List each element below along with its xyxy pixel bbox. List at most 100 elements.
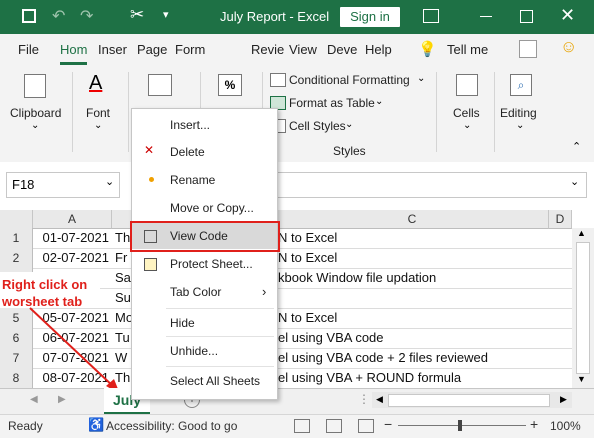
scroll-right-icon[interactable]: ▶: [560, 394, 567, 405]
cell-c[interactable]: kbook Window file updation: [278, 268, 558, 288]
close-button[interactable]: ✕: [560, 5, 575, 26]
smiley-icon[interactable]: ☺: [560, 37, 577, 57]
cell-c[interactable]: N to Excel: [278, 308, 558, 328]
tab-file[interactable]: File: [18, 42, 39, 57]
paste-icon[interactable]: [24, 74, 46, 98]
undo-icon[interactable]: ↶: [52, 6, 65, 26]
tell-me-search[interactable]: Tell me: [447, 42, 488, 57]
name-box[interactable]: F18 ⌄: [6, 172, 120, 198]
zoom-out-icon[interactable]: −: [384, 416, 392, 432]
chevron-down-icon: ⌄: [463, 120, 472, 131]
next-sheet-icon[interactable]: ▶: [58, 394, 66, 405]
menu-separator: [166, 308, 274, 309]
row-header[interactable]: 1: [0, 228, 33, 249]
tab-help[interactable]: Help: [365, 42, 392, 57]
menu-item-unhide[interactable]: Unhide...: [132, 338, 277, 364]
collapse-ribbon-icon[interactable]: ⌃: [572, 140, 581, 153]
cells-icon[interactable]: [456, 74, 478, 96]
menu-item-hide[interactable]: Hide: [132, 310, 277, 336]
title-bar: ↶ ↷ ✂ ▾ July Report - Excel Sign in ✕: [0, 0, 594, 34]
ribbon-display-icon[interactable]: [423, 9, 439, 23]
chevron-down-icon[interactable]: ⌄: [570, 175, 579, 188]
cells-group[interactable]: Cells: [453, 106, 480, 120]
menu-item-protect-sheet[interactable]: Protect Sheet...: [132, 251, 277, 277]
cell-a[interactable]: 02-07-2021: [33, 248, 110, 268]
scroll-thumb[interactable]: [576, 242, 590, 374]
menu-item-tab-color[interactable]: Tab Color ›: [132, 279, 277, 305]
percent-icon[interactable]: %: [218, 74, 242, 96]
menu-item-label: Insert...: [170, 118, 211, 132]
conditional-formatting-button[interactable]: Conditional Formatting: [289, 73, 410, 87]
chevron-down-icon: ⌄: [417, 73, 426, 84]
sign-in-button[interactable]: Sign in: [340, 7, 400, 27]
tab-formulas[interactable]: Form: [175, 42, 205, 57]
tab-insert[interactable]: Inser: [98, 42, 127, 57]
chevron-down-icon[interactable]: ⌄: [105, 175, 114, 188]
share-icon[interactable]: [519, 40, 537, 58]
prev-sheet-icon[interactable]: ◀: [30, 394, 38, 405]
chevron-down-icon: ⌄: [94, 120, 103, 131]
normal-view-icon[interactable]: [294, 419, 310, 433]
lightbulb-icon: 💡: [418, 41, 437, 58]
font-group[interactable]: Font: [86, 106, 110, 120]
editing-group[interactable]: Editing: [500, 106, 537, 120]
cut-icon[interactable]: ✂: [130, 5, 144, 25]
status-bar: Ready ♿ Accessibility: Good to go − + 10…: [0, 414, 594, 438]
chevron-down-icon: ⌄: [345, 119, 354, 130]
cell-b[interactable]: Sa: [115, 268, 131, 288]
accessibility-status[interactable]: Accessibility: Good to go: [106, 419, 237, 433]
minimize-button[interactable]: [480, 16, 492, 17]
menu-item-rename[interactable]: Rename: [132, 167, 277, 193]
cell-c[interactable]: el using VBA code: [278, 328, 558, 348]
zoom-slider[interactable]: [398, 425, 526, 426]
column-header-d[interactable]: D: [549, 210, 572, 229]
cell-b[interactable]: Fr: [115, 248, 131, 268]
clipboard-group[interactable]: Clipboard: [10, 106, 61, 120]
alignment-icon[interactable]: [148, 74, 172, 96]
menu-item-insert[interactable]: Insert...: [132, 112, 277, 138]
column-header-c[interactable]: C: [276, 210, 549, 229]
search-icon[interactable]: ⌕: [510, 74, 532, 96]
page-break-view-icon[interactable]: [358, 419, 374, 433]
cell-c[interactable]: [278, 288, 558, 308]
cell-c[interactable]: N to Excel: [278, 248, 558, 268]
zoom-level[interactable]: 100%: [550, 419, 581, 433]
horizontal-scrollbar[interactable]: ◀ ▶: [372, 392, 572, 408]
format-as-table-button[interactable]: Format as Table: [289, 96, 375, 110]
scroll-left-icon[interactable]: ◀: [376, 394, 383, 405]
hscroll-thumb[interactable]: [388, 394, 550, 407]
row-header[interactable]: 2: [0, 248, 33, 269]
select-all-corner[interactable]: [0, 210, 33, 229]
context-menu: Insert... ✕ Delete Rename Move or Copy... Vie…: [131, 108, 278, 400]
zoom-in-icon[interactable]: +: [530, 416, 538, 432]
zoom-slider-thumb[interactable]: [458, 420, 462, 431]
cell-c[interactable]: el using VBA code + 2 files reviewed: [278, 348, 558, 368]
column-header-a[interactable]: A: [33, 210, 112, 229]
redo-icon[interactable]: ↷: [80, 6, 93, 26]
vertical-scrollbar[interactable]: ▲ ▼: [572, 228, 594, 388]
font-icon[interactable]: A: [89, 72, 102, 95]
styles-group-label: Styles: [333, 144, 366, 158]
chevron-right-icon: ›: [262, 284, 267, 299]
menu-item-move-or-copy[interactable]: Move or Copy...: [132, 195, 277, 221]
tab-page-layout[interactable]: Page: [137, 42, 167, 57]
scroll-down-icon[interactable]: ▼: [577, 374, 586, 384]
scroll-up-icon[interactable]: ▲: [577, 228, 586, 238]
save-icon[interactable]: [22, 9, 36, 23]
blank-icon: [144, 118, 158, 132]
tab-view[interactable]: View: [289, 42, 317, 57]
more-options-icon[interactable]: ⋮: [358, 392, 370, 406]
tab-developer[interactable]: Deve: [327, 42, 357, 57]
page-layout-view-icon[interactable]: [326, 419, 342, 433]
qat-more-icon[interactable]: ▾: [163, 8, 169, 21]
cell-styles-button[interactable]: Cell Styles: [289, 119, 346, 133]
menu-item-delete[interactable]: ✕ Delete: [132, 139, 277, 165]
maximize-button[interactable]: [520, 10, 533, 23]
menu-item-select-all-sheets[interactable]: Select All Sheets: [132, 368, 277, 394]
tab-home[interactable]: Hom: [60, 42, 88, 65]
tab-review[interactable]: Revie: [251, 42, 284, 57]
cell-c[interactable]: el using VBA + ROUND formula: [278, 368, 558, 388]
cell-b[interactable]: Th: [115, 228, 131, 248]
cell-c[interactable]: N to Excel: [278, 228, 558, 248]
cell-a[interactable]: 01-07-2021: [33, 228, 110, 248]
